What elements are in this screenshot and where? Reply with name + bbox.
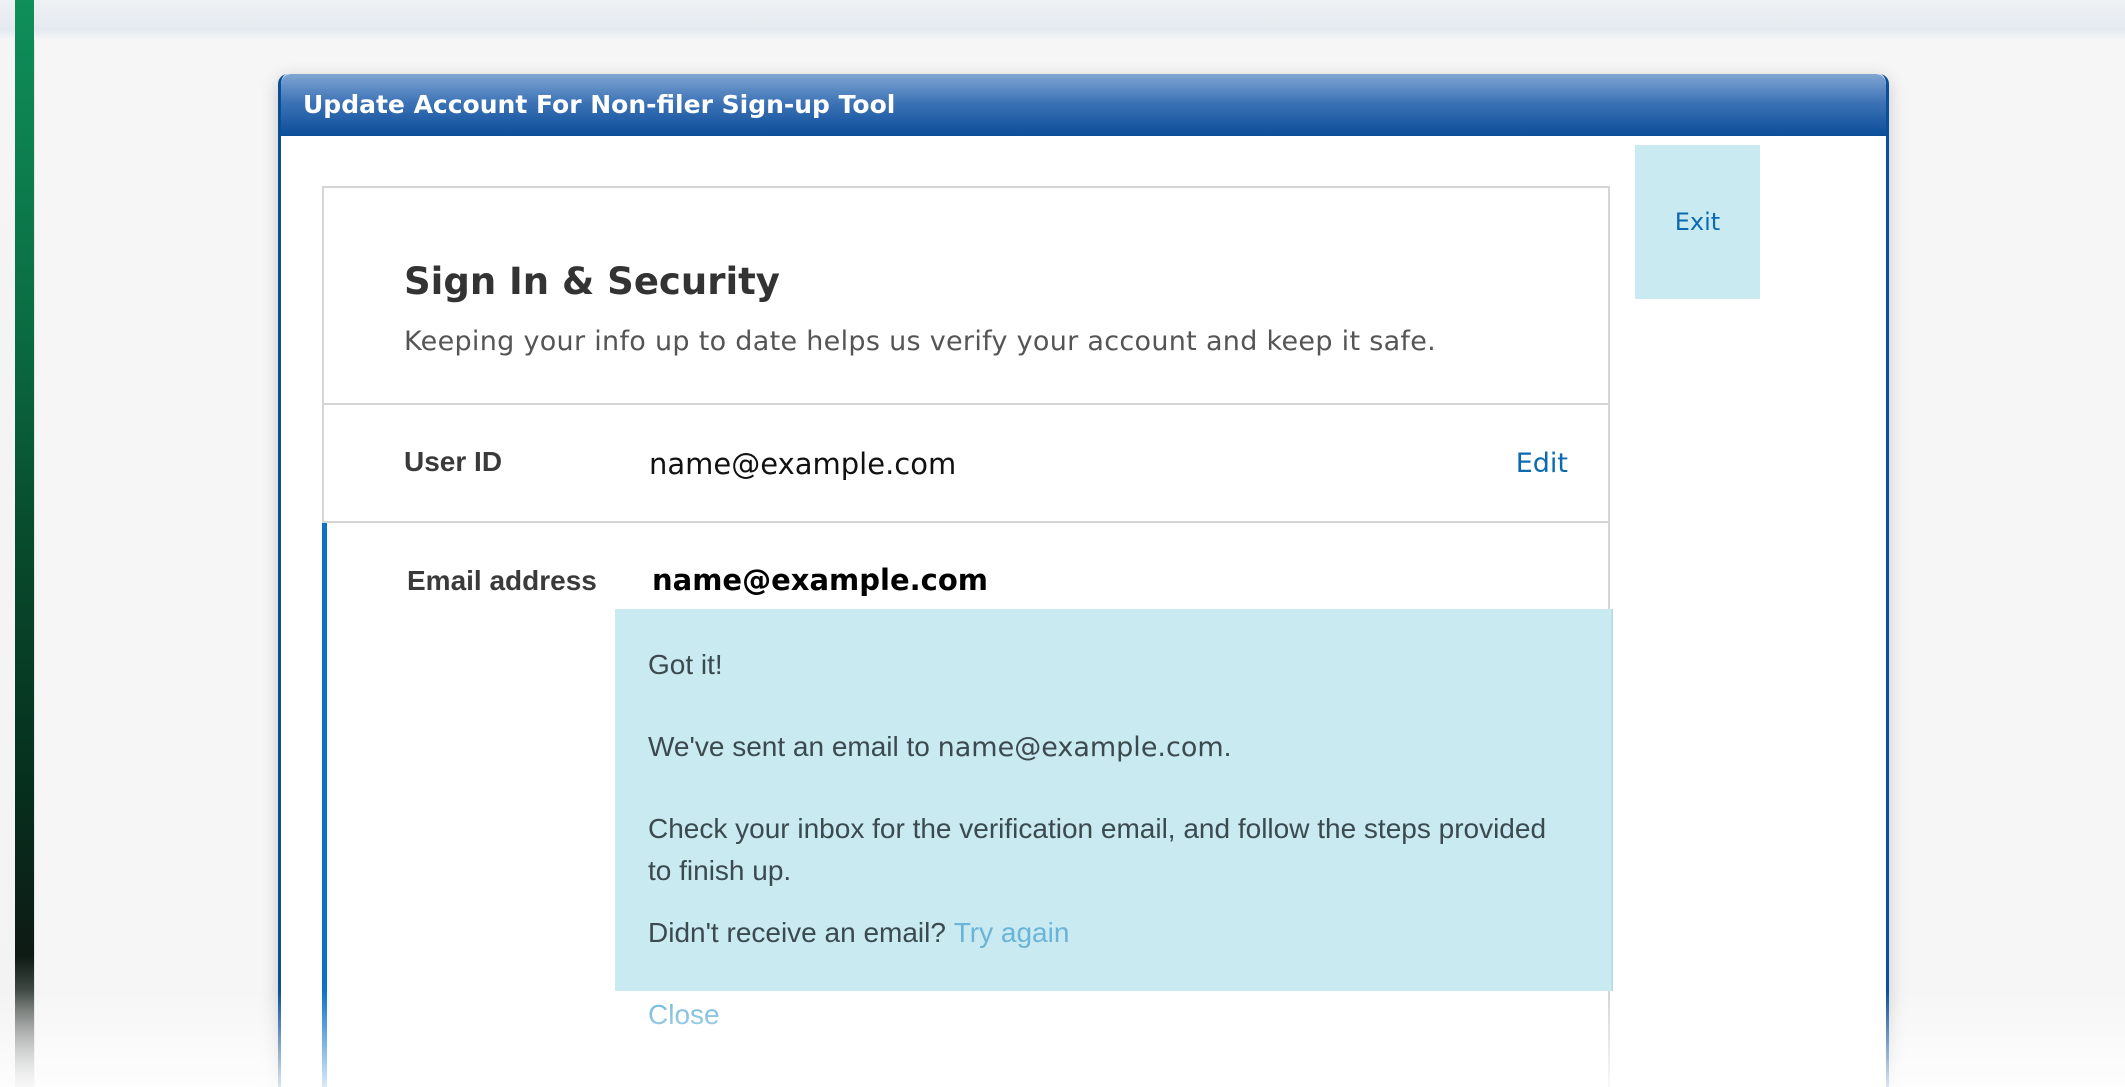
user-id-label: User ID [404,446,503,477]
close-notice-link[interactable]: Close [648,999,720,1031]
account-dialog: Update Account For Non-filer Sign-up Too… [278,74,1889,1087]
card-header: Sign In & Security Keeping your info up … [324,188,1608,405]
dialog-title: Update Account For Non-filer Sign-up Too… [281,74,1886,136]
notice-resend-text: Didn't receive an email? Try again [648,917,1069,949]
background-window-edge [15,0,34,1087]
page: Update Account For Non-filer Sign-up Too… [0,0,2125,1087]
card-title: Sign In & Security [404,260,780,303]
notice-instructions-line-2: to finish up. [648,855,792,886]
notice-sent-text: We've sent an email to name@example.com. [648,731,1231,763]
notice-sent-prefix: We've sent an email to [648,731,930,762]
user-id-row: User ID name@example.com Edit [324,405,1608,523]
card-subtitle: Keeping your info up to date helps us ve… [404,326,1437,357]
sign-in-security-card: Sign In & Security Keeping your info up … [322,186,1613,1087]
email-address-row: Email address name@example.com Got it! W… [322,523,1613,1087]
email-address-value: name@example.com [652,563,988,597]
didnt-receive-text: Didn't receive an email? [648,917,946,948]
notice-sent-suffix: . [1223,731,1232,762]
exit-button[interactable]: Exit [1635,145,1760,299]
email-address-label: Email address [407,565,597,596]
edit-user-id-link[interactable]: Edit [1516,448,1568,479]
notice-heading: Got it! [648,649,723,680]
user-id-value: name@example.com [649,447,957,481]
notice-sent-email: name@example.com [937,732,1224,763]
try-again-link[interactable]: Try again [954,917,1070,948]
notice-instructions-line-1: Check your inbox for the verification em… [648,813,1547,844]
verification-notice: Got it! We've sent an email to name@exam… [615,609,1613,991]
